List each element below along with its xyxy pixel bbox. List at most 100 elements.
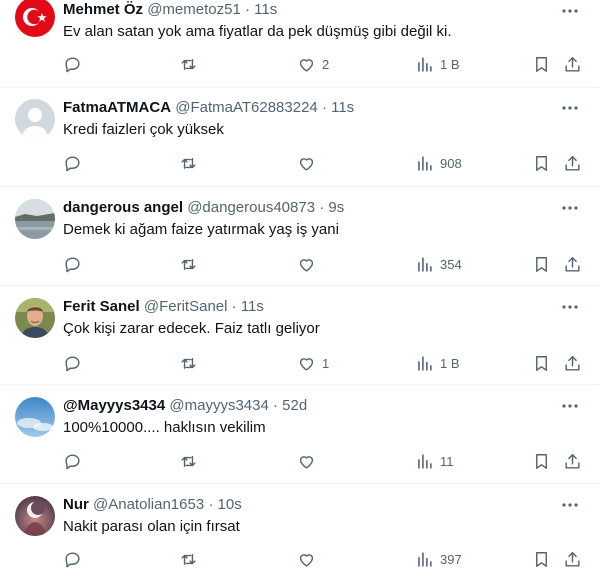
tweet-text: Kredi faizleri çok yüksek [63, 121, 224, 138]
user-handle[interactable]: @FatmaAT62883224 [175, 99, 318, 116]
tweet-item[interactable]: Ferit Sanel @FeritSanel · 11s Çok kişi z… [0, 286, 600, 385]
bookmark-icon [536, 453, 547, 469]
tweet-text: Nakit parası olan için fırsat [63, 518, 240, 535]
reply-button[interactable] [63, 353, 82, 373]
bookmark-icon [536, 256, 547, 272]
views-button[interactable]: 11 [415, 451, 454, 471]
bookmark-button[interactable] [532, 254, 551, 274]
views-button[interactable]: 397 [415, 549, 462, 569]
timestamp[interactable]: 11s [331, 99, 354, 116]
share-icon [565, 256, 580, 272]
display-name[interactable]: Mehmet Öz [63, 1, 143, 18]
reply-icon [65, 256, 80, 272]
like-button[interactable]: 1 [297, 353, 329, 373]
tweet-text: Çok kişi zarar edecek. Faiz tatlı geliyo… [63, 320, 320, 337]
avatar-man-photo[interactable] [15, 298, 55, 338]
reply-button[interactable] [63, 254, 82, 274]
more-options-icon[interactable] [560, 396, 580, 416]
bookmark-button[interactable] [532, 153, 551, 173]
more-options-icon[interactable] [560, 1, 580, 21]
timestamp[interactable]: 11s [241, 298, 264, 315]
like-button[interactable]: 2 [297, 54, 329, 74]
reply-feed: Mehmet Öz @memetoz51 · 11s Ev alan satan… [0, 0, 600, 571]
views-button[interactable]: 354 [415, 254, 462, 274]
like-count: 2 [322, 56, 330, 72]
user-handle[interactable]: @Anatolian1653 [93, 496, 204, 513]
share-button[interactable] [563, 549, 582, 569]
retweet-button[interactable] [179, 153, 198, 173]
heart-icon [299, 58, 314, 72]
reply-icon [65, 453, 80, 469]
analytics-icon [418, 355, 432, 371]
retweet-button[interactable] [179, 54, 198, 74]
tweet-item[interactable]: @Mayyys3434 @mayyys3434 · 52d 100%10000.… [0, 385, 600, 484]
like-button[interactable] [297, 451, 322, 471]
more-options-icon[interactable] [560, 198, 580, 218]
retweet-button[interactable] [179, 254, 198, 274]
tweet-item[interactable]: FatmaATMACA @FatmaAT62883224 · 11s Kredi… [0, 88, 600, 187]
retweet-button[interactable] [179, 451, 198, 471]
reply-button[interactable] [63, 54, 82, 74]
separator-dot: · [319, 199, 325, 216]
display-name[interactable]: Ferit Sanel [63, 298, 140, 315]
display-name[interactable]: dangerous angel [63, 199, 183, 216]
tweet-text: Demek ki ağam faize yatırmak yaş iş yani [63, 221, 339, 238]
share-icon [565, 453, 580, 469]
like-button[interactable] [297, 153, 322, 173]
avatar-turkish-flag[interactable] [15, 0, 55, 37]
tweet-header: dangerous angel @dangerous40873 · 9s [63, 198, 344, 218]
timestamp[interactable]: 9s [328, 199, 344, 216]
avatar-sky[interactable] [15, 397, 55, 437]
tweet-text: 100%10000.... haklısın vekilim [63, 419, 266, 436]
more-options-icon[interactable] [560, 297, 580, 317]
bookmark-button[interactable] [532, 549, 551, 569]
views-button[interactable]: 908 [415, 153, 462, 173]
views-button[interactable]: 1 B [415, 353, 460, 373]
bookmark-button[interactable] [532, 54, 551, 74]
share-button[interactable] [563, 254, 582, 274]
tweet-item[interactable]: Nur @Anatolian1653 · 10s Nakit parası ol… [0, 484, 600, 571]
view-count: 11 [440, 453, 454, 469]
avatar-crescent[interactable] [15, 496, 55, 536]
views-button[interactable]: 1 B [415, 54, 460, 74]
like-button[interactable] [297, 549, 322, 569]
timestamp[interactable]: 10s [218, 496, 242, 513]
bookmark-icon [536, 551, 547, 567]
separator-dot: · [272, 397, 278, 414]
timestamp[interactable]: 52d [282, 397, 307, 414]
bookmark-button[interactable] [532, 353, 551, 373]
reply-button[interactable] [63, 549, 82, 569]
tweet-header: Mehmet Öz @memetoz51 · 11s [63, 0, 277, 20]
tweet-item[interactable]: Mehmet Öz @memetoz51 · 11s Ev alan satan… [0, 0, 600, 88]
user-handle[interactable]: @FeritSanel [144, 298, 228, 315]
like-button[interactable] [297, 254, 322, 274]
more-options-icon[interactable] [560, 98, 580, 118]
user-handle[interactable]: @memetoz51 [147, 1, 241, 18]
share-button[interactable] [563, 54, 582, 74]
display-name[interactable]: @Mayyys3434 [63, 397, 165, 414]
tweet-item[interactable]: dangerous angel @dangerous40873 · 9s Dem… [0, 187, 600, 286]
retweet-button[interactable] [179, 353, 198, 373]
more-options-icon[interactable] [560, 495, 580, 515]
share-button[interactable] [563, 451, 582, 471]
share-icon [565, 551, 580, 567]
reply-button[interactable] [63, 153, 82, 173]
avatar-default[interactable] [15, 99, 55, 139]
heart-icon [299, 553, 314, 567]
user-handle[interactable]: @mayyys3434 [169, 397, 268, 414]
display-name[interactable]: FatmaATMACA [63, 99, 171, 116]
tweet-header: @Mayyys3434 @mayyys3434 · 52d [63, 396, 307, 416]
share-button[interactable] [563, 153, 582, 173]
analytics-icon [418, 155, 432, 171]
retweet-button[interactable] [179, 549, 198, 569]
reply-icon [65, 551, 80, 567]
separator-dot: · [231, 298, 237, 315]
reply-icon [65, 56, 80, 72]
bookmark-button[interactable] [532, 451, 551, 471]
reply-button[interactable] [63, 451, 82, 471]
share-button[interactable] [563, 353, 582, 373]
avatar-landscape[interactable] [15, 199, 55, 239]
user-handle[interactable]: @dangerous40873 [187, 199, 315, 216]
timestamp[interactable]: 11s [254, 1, 277, 18]
display-name[interactable]: Nur [63, 496, 89, 513]
